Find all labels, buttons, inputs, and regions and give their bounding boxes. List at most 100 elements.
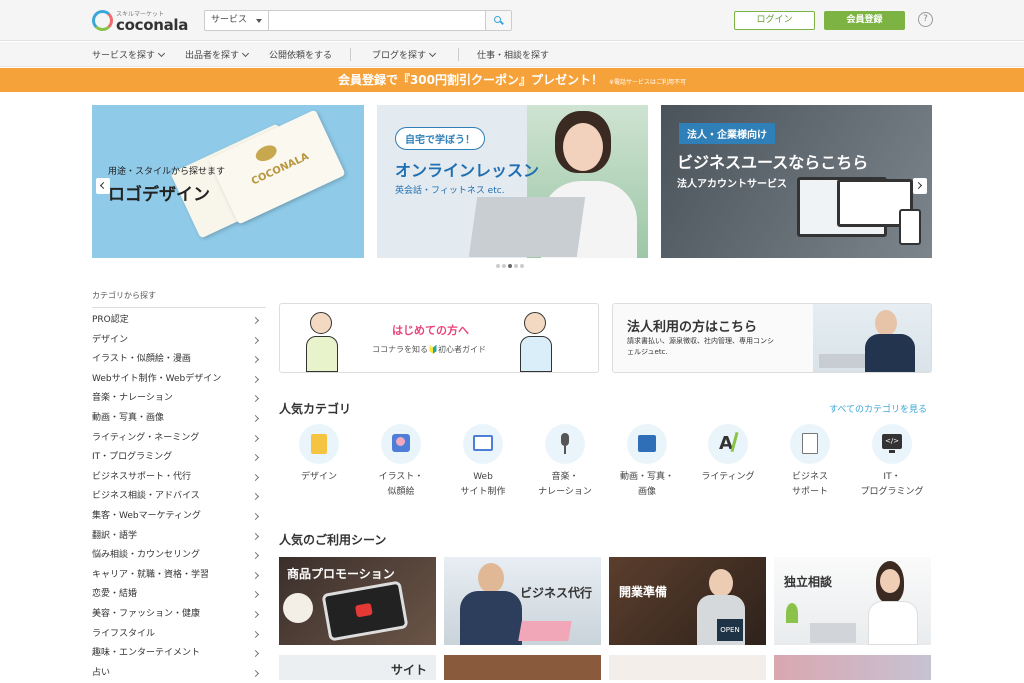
businessman-head bbox=[478, 563, 504, 593]
nav-label: サービスを探す bbox=[92, 51, 156, 61]
category-it-programming[interactable]: </> IT・ プログラミング bbox=[852, 424, 932, 500]
sidebar-item[interactable]: 動画・写真・画像 bbox=[92, 409, 266, 429]
caret-down-icon bbox=[256, 19, 262, 23]
category-label-1: 動画・写真・ bbox=[619, 472, 674, 482]
carousel-dots bbox=[496, 264, 530, 268]
sidebar-item[interactable]: 悩み相談・カウンセリング bbox=[92, 546, 266, 566]
chevron-right-icon bbox=[251, 571, 260, 579]
web-browser-icon bbox=[463, 424, 503, 464]
scene-row2-item[interactable] bbox=[609, 655, 766, 680]
logo-name: coconala bbox=[116, 16, 189, 34]
banner-title: ロゴデザイン bbox=[108, 185, 210, 205]
sidebar-item[interactable]: PRO認定 bbox=[92, 311, 266, 331]
sidebar-item[interactable]: イラスト・似顔絵・漫画 bbox=[92, 350, 266, 370]
sidebar-item-label: ライフスタイル bbox=[92, 628, 156, 639]
sidebar-item[interactable]: 集客・Webマーケティング bbox=[92, 507, 266, 527]
category-sidebar: カテゴリから探す PRO認定 デザイン イラスト・似顔絵・漫画 Webサイト制作… bbox=[92, 290, 266, 683]
sidebar-item-label: 集客・Webマーケティング bbox=[92, 510, 201, 521]
sidebar-item[interactable]: 翻訳・語学 bbox=[92, 527, 266, 547]
nav-find-sellers[interactable]: 出品者を探す bbox=[185, 48, 250, 61]
scene-business-agency[interactable]: ビジネス代行 bbox=[444, 557, 601, 645]
chevron-right-icon bbox=[251, 414, 260, 423]
banner-title: ビジネスユースならこちら bbox=[677, 153, 869, 172]
sidebar-item[interactable]: 趣味・エンターテイメント bbox=[92, 644, 266, 664]
sidebar-item[interactable]: 恋愛・結婚 bbox=[92, 585, 266, 605]
search-input[interactable] bbox=[271, 12, 481, 29]
scene-label: 開業準備 bbox=[619, 585, 668, 599]
search-category-select[interactable]: サービス bbox=[205, 11, 269, 30]
scene-row2-item[interactable] bbox=[774, 655, 931, 680]
search-bar: サービス bbox=[204, 10, 512, 31]
carousel-dot[interactable] bbox=[520, 264, 524, 268]
carousel-next-button[interactable] bbox=[913, 178, 927, 194]
banner-online-lesson[interactable]: 自宅で学ぼう！ オンラインレッスン 英会話・フィットネス etc. bbox=[377, 105, 648, 258]
banner-logo-design[interactable]: COCONALA 用途・スタイルから探せます ロゴデザイン bbox=[92, 105, 364, 258]
coconala-logo[interactable]: スキルマーケット coconala bbox=[92, 9, 192, 34]
banner-title: オンラインレッスン bbox=[395, 161, 540, 180]
category-design[interactable]: デザイン bbox=[279, 424, 359, 485]
promo-note: ※電話サービスはご利用不可 bbox=[609, 79, 687, 86]
register-button[interactable]: 会員登録 bbox=[824, 11, 905, 30]
category-illustration[interactable]: イラスト・ 似顔絵 bbox=[361, 424, 441, 500]
carousel-dot[interactable] bbox=[496, 264, 500, 268]
chevron-right-icon bbox=[251, 610, 260, 618]
sidebar-item-label: 占い bbox=[92, 667, 111, 678]
laptop bbox=[819, 354, 865, 368]
beginner-guide-card[interactable]: はじめての方へ ココナラを知る🔰初心者ガイド bbox=[279, 303, 599, 373]
carousel-prev-button[interactable] bbox=[96, 178, 110, 194]
nav-find-jobs[interactable]: 仕事・相談を探す bbox=[477, 48, 549, 61]
category-video[interactable]: 動画・写真・ 画像 bbox=[607, 424, 687, 500]
scene-label: ビジネス代行 bbox=[520, 586, 593, 600]
sidebar-item[interactable]: ビジネス相談・アドバイス bbox=[92, 487, 266, 507]
scene-startup-prep[interactable]: OPEN 開業準備 bbox=[609, 557, 766, 645]
sidebar-item[interactable]: ライフスタイル bbox=[92, 625, 266, 645]
help-icon[interactable]: ? bbox=[918, 12, 933, 27]
search-button[interactable] bbox=[485, 11, 511, 30]
see-all-categories-link[interactable]: すべてのカテゴリを見る bbox=[829, 402, 927, 415]
scene-product-promotion[interactable]: 商品プロモーション bbox=[279, 557, 436, 645]
sidebar-item[interactable]: ビジネスサポート・代行 bbox=[92, 468, 266, 488]
chevron-right-icon bbox=[251, 591, 260, 599]
sidebar-item[interactable]: 美容・ファッション・健康 bbox=[92, 605, 266, 625]
chevron-right-icon bbox=[251, 532, 260, 540]
phone bbox=[899, 209, 921, 245]
carousel-dot[interactable] bbox=[514, 264, 518, 268]
sidebar-item-label: Webサイト制作・Webデザイン bbox=[92, 373, 222, 384]
carousel-dot[interactable] bbox=[502, 264, 506, 268]
category-music[interactable]: 音楽・ ナレーション bbox=[525, 424, 605, 500]
writing-icon: A bbox=[708, 424, 748, 464]
login-button[interactable]: ログイン bbox=[734, 11, 815, 30]
scene-row2-site[interactable]: サイト bbox=[279, 655, 436, 680]
sidebar-item[interactable]: 占い bbox=[92, 664, 266, 683]
chevron-right-icon bbox=[251, 493, 260, 501]
sidebar-item[interactable]: デザイン bbox=[92, 331, 266, 351]
category-writing[interactable]: A ライティング bbox=[688, 424, 768, 485]
promo-banner[interactable]: 会員登録で『300円割引クーポン』プレゼント！ ※電話サービスはご利用不可 bbox=[0, 68, 1024, 92]
search-icon-handle bbox=[500, 20, 504, 25]
scene-row2-item[interactable] bbox=[444, 655, 601, 680]
nav-label: 仕事・相談を探す bbox=[477, 51, 550, 61]
category-web[interactable]: Web サイト制作 bbox=[443, 424, 523, 500]
chevron-right-icon bbox=[251, 630, 260, 638]
banner-business[interactable]: 法人・企業様向け ビジネスユースならこちら 法人アカウントサービス bbox=[661, 105, 932, 258]
nav-post-request[interactable]: 公開依頼をする bbox=[269, 48, 332, 61]
sidebar-item[interactable]: IT・プログラミング bbox=[92, 448, 266, 468]
illustration-woman-body bbox=[520, 336, 552, 372]
woman-body bbox=[868, 601, 918, 645]
guide-subtitle: ココナラを知る🔰初心者ガイド bbox=[372, 345, 486, 354]
businessman-head bbox=[875, 310, 897, 336]
scene-independence-consult[interactable]: 独立相談 bbox=[774, 557, 931, 645]
scene-label: 商品プロモーション bbox=[287, 567, 395, 581]
sidebar-item[interactable]: キャリア・就職・資格・学習 bbox=[92, 566, 266, 586]
nav-find-blogs[interactable]: ブログを探す bbox=[372, 48, 437, 61]
laptop bbox=[518, 621, 572, 641]
sidebar-item[interactable]: 音楽・ナレーション bbox=[92, 389, 266, 409]
design-icon bbox=[299, 424, 339, 464]
nav-find-services[interactable]: サービスを探す bbox=[92, 48, 166, 61]
sidebar-item[interactable]: Webサイト制作・Webデザイン bbox=[92, 370, 266, 390]
category-business-support[interactable]: ビジネス サポート bbox=[770, 424, 850, 500]
category-label-2: サイト制作 bbox=[460, 487, 506, 497]
carousel-dot-active[interactable] bbox=[508, 264, 512, 268]
corporate-use-card[interactable]: 法人利用の方はこちら 請求書払い、源泉徴収、社内管理、専用コンシェルジュetc. bbox=[612, 303, 932, 373]
sidebar-item[interactable]: ライティング・ネーミング bbox=[92, 429, 266, 449]
